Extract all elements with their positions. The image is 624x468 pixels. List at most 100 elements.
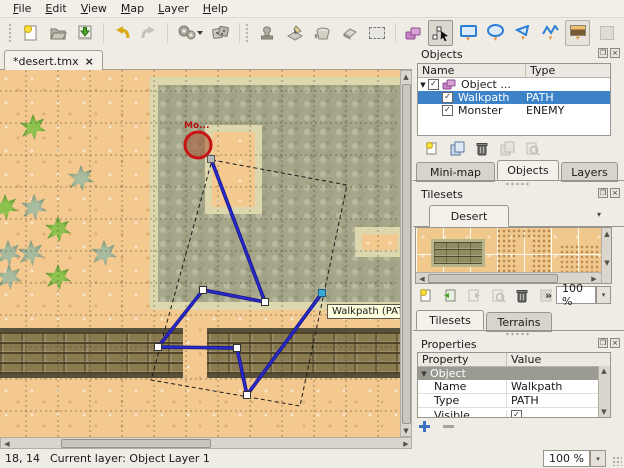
insert-polygon-icon[interactable]: ▾ [510,20,535,46]
save-file-icon[interactable] [73,20,98,46]
float-dock-icon[interactable]: ❐ [598,48,608,58]
menu-help[interactable]: Help [196,1,235,16]
expander-icon[interactable]: ▼ [418,81,428,89]
undo-icon[interactable] [109,20,134,46]
tileset-tab-desert[interactable]: Desert [429,205,509,227]
map-properties-icon[interactable] [594,20,619,46]
statusbar: 18, 14 Current layer: Object Layer 1 [0,449,624,468]
eraser-icon[interactable] [337,20,362,46]
property-row[interactable]: Type PATH [418,394,610,408]
tab-tilesets[interactable]: Tilesets [416,310,484,330]
objects-column-type[interactable]: Type [526,64,555,77]
stamp-brush-icon[interactable] [254,20,279,46]
monster-row[interactable]: ✓ Monster ENEMY [418,104,610,117]
open-file-icon[interactable] [45,20,70,46]
new-map-icon[interactable] [18,20,43,46]
property-row[interactable]: Name Walkpath [418,380,610,394]
tileset-speckle-tile [496,228,551,272]
canvas-hscrollbar[interactable]: ◀ ▶ [0,437,412,449]
tileset-hscroll-thumb[interactable] [428,274,558,283]
window-resize-grip[interactable] [612,456,622,466]
tileset-dropdown-icon[interactable]: ▾ [597,210,601,219]
insert-polyline-icon[interactable]: ▾ [538,20,563,46]
add-property-icon[interactable] [418,420,431,433]
insert-ellipse-icon[interactable]: ▾ [483,20,508,46]
menu-view[interactable]: View [74,1,114,16]
close-tab-icon[interactable]: × [85,55,94,68]
objects-tree[interactable]: Name Type ▼ ✓ Object ... ✓ Walkpath PATH… [417,63,611,136]
canvas-vscrollbar[interactable]: ▲ ▼ [400,70,412,437]
inspect-object-icon[interactable] [524,140,540,156]
walkpath-row[interactable]: ✓ Walkpath PATH [418,91,610,104]
properties-table[interactable]: Property Value ▼ Object Name Walkpath Ty… [417,352,611,418]
close-dock-icon[interactable]: × [610,48,620,58]
close-dock-icon[interactable]: × [610,338,620,348]
objects-dock-title: Objects [421,48,463,61]
menu-file[interactable]: File [6,1,38,16]
objects-dock-titlebar: Objects [413,46,624,62]
property-group-row[interactable]: ▼ Object [418,367,610,380]
tileset-zoom-combo[interactable]: 100 % [556,286,596,304]
remove-property-icon[interactable] [442,420,455,433]
execute-commands-icon[interactable] [173,20,206,46]
tab-mini-map[interactable]: Mini-map [416,162,495,182]
insert-tile-icon[interactable]: ▾ [565,20,590,46]
expander-icon[interactable]: ▼ [418,370,430,378]
import-tileset-icon[interactable] [442,287,458,303]
hscroll-thumb[interactable] [61,439,211,448]
raise-object-icon[interactable] [499,140,515,156]
tileset-wall-tile [431,239,485,267]
layer-visible-checkbox[interactable]: ✓ [428,79,439,90]
object-visible-checkbox[interactable]: ✓ [442,92,453,103]
menu-map[interactable]: Map [114,1,151,16]
delete-tileset-icon[interactable] [514,287,530,303]
new-tileset-icon[interactable] [418,287,434,303]
properties-column-value[interactable]: Value [507,353,610,366]
float-dock-icon[interactable]: ❐ [598,338,608,348]
objects-column-name[interactable]: Name [418,64,526,77]
float-dock-icon[interactable]: ❐ [598,188,608,198]
export-tileset-icon[interactable] [466,287,482,303]
tileset-zoom-dropdown-icon[interactable]: ▾ [596,286,611,304]
objects-actions [424,140,540,156]
rectangular-select-icon[interactable] [364,20,389,46]
property-value[interactable]: PATH [506,394,539,407]
property-row[interactable]: Visible ✓ [418,408,610,418]
document-tab[interactable]: *desert.tmx × [4,50,103,71]
tileset-speckle-tile [559,244,601,272]
bucket-fill-icon[interactable] [309,20,334,46]
edit-tileset-icon[interactable] [490,287,506,303]
tab-terrains[interactable]: Terrains [486,312,552,332]
tileset-tiles[interactable] [416,228,601,272]
tab-objects[interactable]: Objects [497,160,559,180]
edit-polygons-icon[interactable] [428,20,453,46]
select-objects-icon[interactable] [401,20,426,46]
terrain-brush-icon[interactable] [282,20,307,46]
tileset-view[interactable]: ▲ ▼ ◀ ▶ [415,227,612,284]
map-zoom-combo[interactable]: 100 % [543,450,590,467]
vscroll-thumb[interactable] [402,84,411,424]
properties-column-property[interactable]: Property [418,353,507,366]
object-visible-checkbox[interactable]: ✓ [442,105,453,116]
random-mode-icon[interactable] [208,20,233,46]
toolbar-grip [245,23,250,43]
close-dock-icon[interactable]: × [610,188,620,198]
add-object-icon[interactable] [424,140,440,156]
map-zoom-dropdown-icon[interactable]: ▾ [590,450,606,467]
property-name: Type [418,394,506,407]
redo-icon[interactable] [137,20,162,46]
object-layer-row[interactable]: ▼ ✓ Object ... [418,78,610,91]
insert-rectangle-icon[interactable]: ▾ [455,20,480,46]
object-layer-icon [442,79,458,91]
map-canvas[interactable]: Mo... Walkpath (PATH) [0,70,400,437]
document-tabstrip: *desert.tmx × [0,48,412,70]
menu-layer[interactable]: Layer [151,1,196,16]
delete-object-icon[interactable] [474,140,490,156]
property-value[interactable]: Walkpath [506,380,562,393]
tileset-actions [418,287,554,303]
menu-edit[interactable]: Edit [38,1,73,16]
tab-layers[interactable]: Layers [561,162,618,182]
duplicate-object-icon[interactable] [449,140,465,156]
visible-property-checkbox[interactable]: ✓ [511,410,522,419]
toolbar-overflow-icon[interactable]: » [545,289,552,302]
